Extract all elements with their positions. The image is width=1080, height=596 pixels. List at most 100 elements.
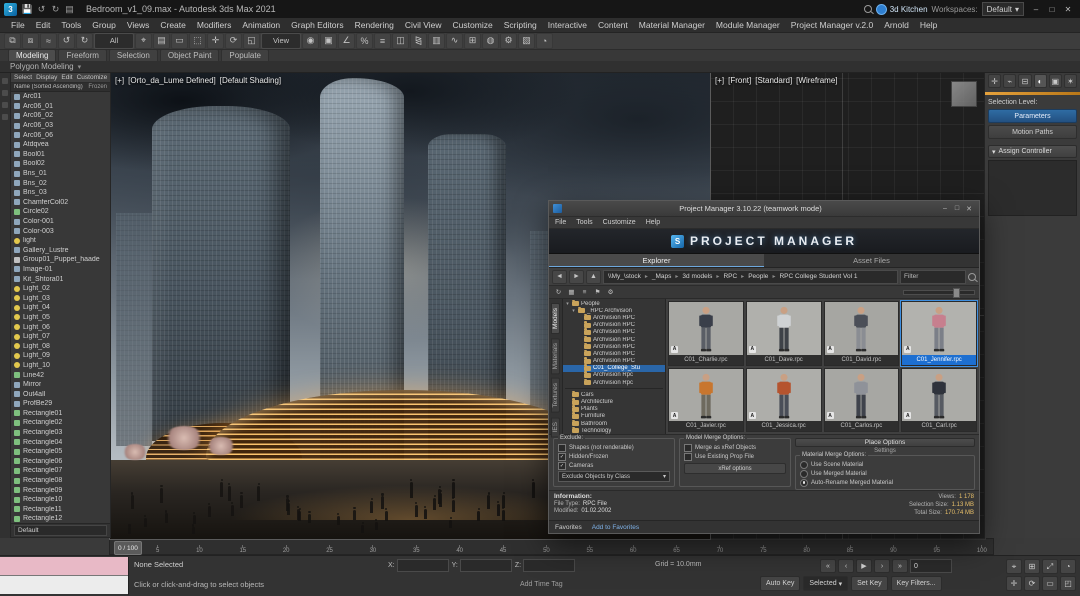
playback-button[interactable]: ▶	[856, 559, 872, 573]
ribbon-tab[interactable]: Freeform	[58, 49, 107, 61]
playback-button[interactable]: »	[892, 559, 908, 573]
add-time-tag[interactable]: Add Time Tag	[520, 581, 563, 588]
exclude-checkbox[interactable]: Cameras	[558, 461, 670, 470]
viewport-nav-button[interactable]: ⊞	[1024, 559, 1040, 574]
material-merge-radio[interactable]: Auto-Rename Merged Material	[800, 478, 970, 487]
scene-object-row[interactable]: Bns_03	[11, 188, 110, 198]
scene-object-row[interactable]: Rectangle07	[11, 466, 110, 476]
window-control-button[interactable]: –	[1028, 2, 1044, 16]
toolbar-icon[interactable]: ◔	[536, 32, 553, 49]
scene-object-row[interactable]: Circle02	[11, 207, 110, 217]
command-panel-tab[interactable]: ✶	[1063, 74, 1078, 88]
menu-item[interactable]: Views	[122, 20, 155, 30]
viewport-nav-button[interactable]: ▭	[1042, 576, 1058, 591]
scene-object-row[interactable]: Bns_01	[11, 169, 110, 179]
scene-object-row[interactable]: Bns_02	[11, 178, 110, 188]
viewport-shading-menu[interactable]: [Default Shading]	[220, 76, 281, 85]
scene-object-row[interactable]: Rectangle10	[11, 495, 110, 505]
checkbox-icon[interactable]	[558, 461, 566, 470]
listener-macro-line[interactable]	[0, 557, 128, 576]
viewport-label[interactable]: [+] [Orto_da_Lume Defined] [Default Shad…	[115, 76, 281, 85]
scene-object-row[interactable]: Atdqvea	[11, 140, 110, 150]
pm-menu-item[interactable]: Tools	[576, 219, 592, 226]
workspace-dropdown[interactable]: Default ▾	[981, 2, 1024, 16]
scene-object-row[interactable]: Light_08	[11, 341, 110, 351]
quick-access-icon[interactable]: ↺	[35, 3, 48, 16]
tree-expander-icon[interactable]: ▾	[571, 308, 576, 314]
menu-item[interactable]: Graph Editors	[286, 20, 348, 30]
asset-thumbnail[interactable]: A C01_David.rpc	[823, 301, 900, 366]
ribbon-tab[interactable]: Populate	[221, 49, 270, 61]
pm-tab[interactable]: Asset Files	[764, 254, 979, 267]
toolbar-icon[interactable]: ⧎	[410, 32, 427, 49]
pm-nav-icon[interactable]: ►	[569, 269, 584, 284]
viewport-plus-menu[interactable]: [+]	[115, 76, 124, 85]
scene-object-row[interactable]: Image-01	[11, 265, 110, 275]
coordinate-input[interactable]	[396, 559, 449, 572]
menu-item[interactable]: Animation	[237, 20, 285, 30]
scene-object-row[interactable]: Rectangle06	[11, 457, 110, 467]
model-merge-checkbox[interactable]: Use Existing Prop File	[684, 452, 786, 461]
viewport-nav-button[interactable]: ✛	[1006, 576, 1022, 591]
frozen-column-header[interactable]: Frozen	[88, 84, 107, 90]
toolbar-icon[interactable]: ⚙	[500, 32, 517, 49]
toolbar-icon[interactable]: All	[94, 32, 134, 49]
command-panel-tab[interactable]: ✛	[988, 74, 1002, 88]
toolbar-icon[interactable]: %	[356, 32, 373, 49]
pm-favorite-folder-row[interactable]: Bathroom	[563, 419, 665, 427]
pm-tree-row[interactable]: Archvision RPC	[563, 328, 665, 336]
quick-access-icon[interactable]: 💾	[21, 3, 34, 16]
pm-window-control-button[interactable]: ✕	[963, 204, 975, 214]
pm-titlebar[interactable]: Project Manager 3.10.22 (teamwork mode) …	[549, 201, 979, 217]
time-slider-handle[interactable]: 0 / 100	[114, 541, 142, 555]
explorer-preset-dropdown[interactable]: Default	[14, 525, 107, 536]
scene-object-row[interactable]: Kit_Shtora01	[11, 274, 110, 284]
toolbar-icon[interactable]: ↺	[58, 32, 75, 49]
scene-object-row[interactable]: Rectangle01	[11, 409, 110, 419]
menu-item[interactable]: Material Manager	[634, 20, 710, 30]
search-icon[interactable]	[863, 5, 872, 13]
assign-controller-rollout[interactable]: ▾ Assign Controller	[988, 145, 1077, 158]
motion-panel-button[interactable]: Parameters	[988, 109, 1077, 123]
viewport-label[interactable]: [+] [Front] [Standard] [Wireframe]	[715, 76, 838, 85]
model-merge-checkbox[interactable]: Merge as xRef Objects	[684, 443, 786, 452]
pm-nav-icon[interactable]: ▲	[586, 269, 601, 284]
slider-handle[interactable]	[953, 287, 960, 298]
listener-script-line[interactable]	[0, 576, 128, 594]
pm-search-icon[interactable]	[968, 272, 976, 281]
asset-thumbnail[interactable]: A C01_Charlie.rpc	[668, 301, 744, 366]
viewport-renderer-menu[interactable]: [Standard]	[755, 76, 792, 85]
menu-item[interactable]: Rendering	[350, 20, 399, 30]
scene-object-row[interactable]: Light_03	[11, 293, 110, 303]
menu-item[interactable]: File	[6, 20, 30, 30]
dock-handle-icon[interactable]	[2, 90, 8, 96]
toolbar-icon[interactable]: ⧈	[22, 32, 39, 49]
checkbox-icon[interactable]	[684, 443, 692, 452]
explorer-menu-item[interactable]: Display	[36, 74, 57, 81]
scene-object-row[interactable]: Light_09	[11, 351, 110, 361]
explorer-menu-item[interactable]: Edit	[61, 74, 72, 81]
asset-thumbnail[interactable]: A C01_Jessica.rpc	[745, 367, 822, 432]
pm-menu-item[interactable]: Help	[646, 219, 660, 226]
dock-handle-icon[interactable]	[2, 102, 8, 108]
toolbar-icon[interactable]: ▥	[428, 32, 445, 49]
window-control-button[interactable]: ✕	[1060, 2, 1076, 16]
tree-expander-icon[interactable]: ▾	[565, 301, 570, 307]
maxscript-mini-listener[interactable]	[0, 557, 129, 595]
scene-object-row[interactable]: Light_06	[11, 322, 110, 332]
scene-object-row[interactable]: Arc06_01	[11, 102, 110, 112]
menu-item[interactable]: Civil View	[400, 20, 447, 30]
pm-favorite-folder-row[interactable]: Furniture	[563, 412, 665, 420]
toolbar-icon[interactable]: View	[261, 32, 301, 49]
playback-button[interactable]: «	[820, 559, 836, 573]
viewport-nav-button[interactable]: ⟳	[1024, 576, 1040, 591]
scene-object-row[interactable]: Rectangle08	[11, 476, 110, 486]
scene-object-row[interactable]: ProfBe29	[11, 399, 110, 409]
pm-tree-row[interactable]: ▾ _RPC Archvision	[563, 306, 665, 314]
viewport-nav-button[interactable]: ⌖	[1006, 559, 1022, 574]
pm-favorite-folder-row[interactable]: Architecture	[563, 398, 665, 405]
menu-item[interactable]: Edit	[31, 20, 56, 30]
toolbar-icon[interactable]: ⌖	[135, 32, 152, 49]
pm-category-tab[interactable]: Materials	[551, 337, 560, 375]
place-options-header[interactable]: Place Options	[795, 438, 975, 447]
